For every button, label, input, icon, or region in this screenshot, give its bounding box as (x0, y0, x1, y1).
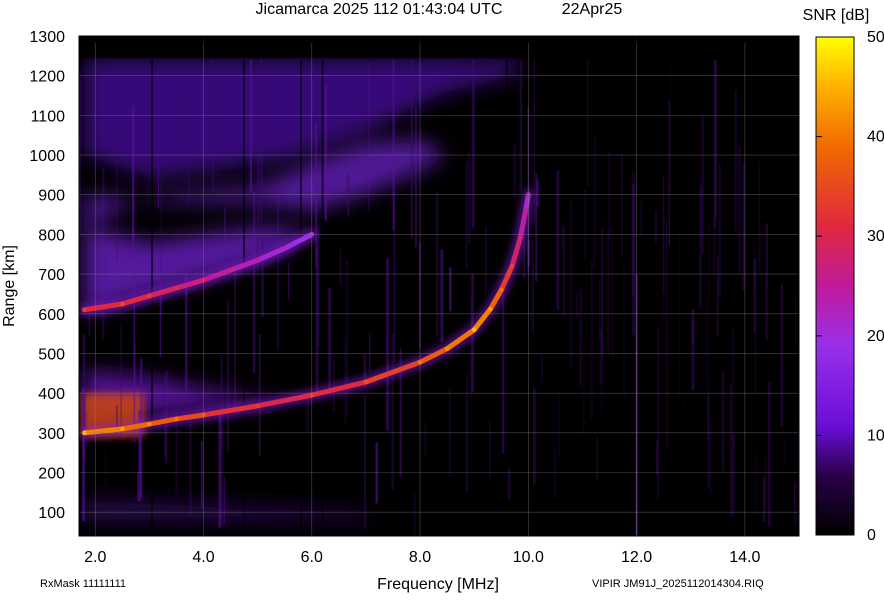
x-tick-label: 6.0 (301, 549, 323, 566)
echo-trace-point (363, 379, 369, 385)
echo-trace-point (82, 307, 87, 313)
echo-trace-point (471, 327, 477, 332)
echo-trace-point (444, 346, 450, 351)
x-axis-label: Frequency [MHz] (377, 576, 499, 593)
colorbar-tick-label: 20 (867, 328, 884, 345)
file-label: VIPIR JM91J_2025112014304.RIQ (592, 578, 764, 590)
colorbar-tick-label: 10 (867, 427, 884, 444)
echo-trace-point (255, 403, 260, 409)
colorbar-label: SNR [dB] (803, 7, 870, 24)
colorbar (815, 36, 855, 536)
y-tick-label: 500 (38, 346, 65, 363)
y-tick-label: 100 (38, 505, 65, 522)
echo-trace-point (228, 267, 233, 273)
x-axis-ticks: 2.0 4.0 6.0 8.0 10.0 12.0 14.0 (84, 549, 760, 566)
echo-trace-point (174, 285, 179, 291)
colorbar-tick-label: 30 (867, 228, 884, 245)
x-tick-label: 8.0 (409, 549, 431, 566)
ionogram: Jicamarca 2025 112 01:43:04 UTC 22Apr25 … (0, 0, 884, 595)
chart-title: Jicamarca 2025 112 01:43:04 UTC (256, 1, 503, 18)
echo-trace-point (255, 258, 260, 263)
y-tick-label: 300 (38, 426, 65, 443)
echo-trace-point (488, 306, 493, 312)
echo-trace-segment (523, 192, 531, 214)
y-tick-label: 1000 (29, 148, 65, 165)
echo-trace-point (509, 263, 515, 269)
x-tick-label: 4.0 (192, 549, 214, 566)
echo-trace-point (499, 287, 504, 293)
y-tick-label: 400 (38, 386, 65, 403)
x-tick-label: 12.0 (621, 549, 652, 566)
echo-trace-point (120, 301, 125, 307)
y-axis-ticks: 100 200 300 400 500 600 700 800 900 1000 1100 1200 1… (29, 29, 65, 522)
echo-trace-point (147, 293, 152, 299)
echo-trace-point (282, 246, 287, 251)
ionogram-chart: Jicamarca 2025 112 01:43:04 UTC 22Apr25 … (1, 1, 884, 593)
y-tick-label: 1300 (29, 29, 65, 46)
y-tick-label: 800 (38, 227, 65, 244)
y-tick-label: 900 (38, 188, 65, 205)
rxmask-label: RxMask 11111111 (40, 578, 126, 590)
colorbar-tick-label: 50 (867, 29, 884, 46)
echo-trace-point (523, 208, 528, 213)
y-tick-label: 200 (38, 466, 65, 483)
chart-date: 22Apr25 (562, 1, 623, 18)
y-axis-label: Range [km] (1, 245, 18, 327)
echo-trace-point (518, 236, 523, 241)
colorbar-tick-label: 40 (867, 129, 884, 146)
x-tick-label: 2.0 (84, 549, 106, 566)
x-tick-label: 10.0 (513, 549, 544, 566)
y-tick-label: 600 (38, 307, 65, 324)
y-tick-label: 700 (38, 267, 65, 284)
x-tick-label: 14.0 (729, 549, 760, 566)
colorbar-tick-label: 0 (867, 527, 876, 544)
echo-trace-point (147, 421, 152, 427)
y-tick-label: 1200 (29, 69, 65, 86)
echo-trace-point (174, 416, 179, 422)
echo-trace-point (120, 426, 125, 432)
y-tick-label: 1100 (31, 108, 66, 125)
